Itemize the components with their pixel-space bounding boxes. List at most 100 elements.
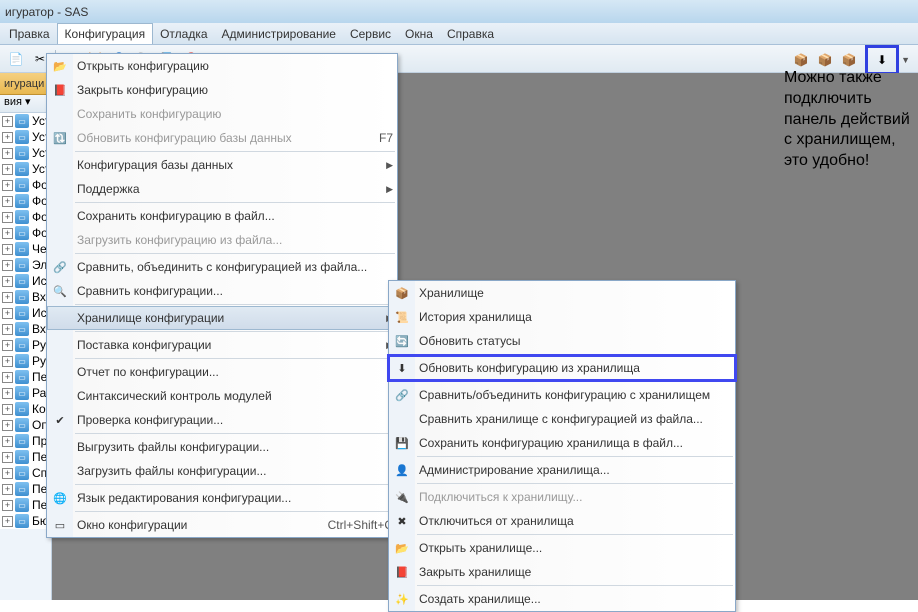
menu-item-icon: 📕	[393, 563, 411, 581]
menu-item[interactable]: Конфигурация базы данных▶	[47, 153, 397, 177]
menubar-item-0[interactable]: Правка	[2, 24, 57, 44]
expand-icon[interactable]: +	[2, 324, 13, 335]
expand-icon[interactable]: +	[2, 468, 13, 479]
expand-icon[interactable]: +	[2, 164, 13, 175]
storage-icon-2[interactable]: 📦	[815, 50, 835, 70]
expand-icon[interactable]: +	[2, 452, 13, 463]
menu-item[interactable]: 📦Хранилище	[389, 281, 735, 305]
annotation-text: Можно также подключить панель действий с…	[784, 68, 914, 172]
menu-separator	[417, 354, 733, 355]
menubar-item-4[interactable]: Сервис	[343, 24, 398, 44]
expand-icon[interactable]: +	[2, 308, 13, 319]
expand-icon[interactable]: +	[2, 292, 13, 303]
menu-item[interactable]: 📜 История хранилища	[389, 305, 735, 329]
expand-icon[interactable]: +	[2, 436, 13, 447]
sidebar: игураци вия ▾ +▭Уст+▭Уст+▭Уст+▭Уст+▭Фор+…	[0, 73, 52, 600]
menu-item-label: История хранилища	[419, 310, 532, 324]
menu-separator	[417, 483, 733, 484]
menu-item[interactable]: Выгрузить файлы конфигурации...	[47, 435, 397, 459]
expand-icon[interactable]: +	[2, 516, 13, 527]
expand-icon[interactable]: +	[2, 372, 13, 383]
menu-separator	[75, 151, 395, 152]
menu-separator	[75, 358, 395, 359]
menu-item[interactable]: ✔Проверка конфигурации...	[47, 408, 397, 432]
menu-item-label: Обновить конфигурацию базы данных	[77, 131, 292, 145]
menu-item-icon: ⬇	[393, 359, 411, 377]
menu-item[interactable]: Сравнить хранилище с конфигурацией из фа…	[389, 407, 735, 431]
menu-item-icon: 🔗	[51, 258, 69, 276]
menu-item[interactable]: ⬇Обновить конфигурацию из хранилища	[389, 356, 735, 380]
menu-item[interactable]: Поддержка▶	[47, 177, 397, 201]
menubar-item-2[interactable]: Отладка	[153, 24, 214, 44]
submenu-arrow-icon: ▶	[386, 160, 393, 171]
menu-item[interactable]: 👤 Администрирование хранилища...	[389, 458, 735, 482]
update-from-storage-icon[interactable]: ⬇	[872, 50, 892, 70]
expand-icon[interactable]: +	[2, 212, 13, 223]
menu-item[interactable]: 🔄Обновить статусы	[389, 329, 735, 353]
expand-icon[interactable]: +	[2, 276, 13, 287]
sidebar-filter[interactable]: вия ▾	[0, 95, 51, 113]
expand-icon[interactable]: +	[2, 356, 13, 367]
storage-icon-3[interactable]: 📦	[839, 50, 859, 70]
menu-item[interactable]: 📂Открыть хранилище...	[389, 536, 735, 560]
menu-separator	[75, 484, 395, 485]
document-icon: ▭	[15, 434, 29, 448]
expand-icon[interactable]: +	[2, 260, 13, 271]
menu-item[interactable]: ✖Отключиться от хранилища	[389, 509, 735, 533]
menu-item-icon: 👤	[393, 461, 411, 479]
menubar-item-3[interactable]: Администрирование	[215, 24, 343, 44]
expand-icon[interactable]: +	[2, 388, 13, 399]
menu-item[interactable]: 📕Закрыть конфигурацию	[47, 78, 397, 102]
expand-icon[interactable]: +	[2, 500, 13, 511]
menu-item[interactable]: 🔗Сравнить, объединить с конфигурацией из…	[47, 255, 397, 279]
menu-item[interactable]: 📂Открыть конфигурацию	[47, 54, 397, 78]
new-icon[interactable]: 📄	[6, 49, 26, 69]
menu-item[interactable]: 🌐Язык редактирования конфигурации...	[47, 486, 397, 510]
menu-item[interactable]: ✨Создать хранилище...	[389, 587, 735, 611]
menu-item[interactable]: Синтаксический контроль модулей	[47, 384, 397, 408]
menu-item-label: Сохранить конфигурацию хранилища в файл.…	[419, 436, 683, 450]
menu-item-label: Сравнить хранилище с конфигурацией из фа…	[419, 412, 703, 426]
menu-item[interactable]: 🔍Сравнить конфигурации...	[47, 279, 397, 303]
document-icon: ▭	[15, 450, 29, 464]
menubar-item-5[interactable]: Окна	[398, 24, 440, 44]
menubar-item-6[interactable]: Справка	[440, 24, 501, 44]
menu-item-label: Окно конфигурации	[77, 518, 187, 532]
menubar: ПравкаКонфигурацияОтладкаАдминистрирован…	[0, 23, 918, 45]
expand-icon[interactable]: +	[2, 180, 13, 191]
menu-item-label: Администрирование хранилища...	[419, 463, 610, 477]
menubar-item-1[interactable]: Конфигурация	[57, 23, 154, 44]
expand-icon[interactable]: +	[2, 148, 13, 159]
menu-separator	[75, 331, 395, 332]
expand-icon[interactable]: +	[2, 132, 13, 143]
expand-icon[interactable]: +	[2, 484, 13, 495]
menu-item-icon: 🔄	[393, 332, 411, 350]
expand-icon[interactable]: +	[2, 244, 13, 255]
sidebar-tab-config[interactable]: игураци	[0, 73, 51, 95]
menu-item[interactable]: ▭Окно конфигурацииCtrl+Shift+C	[47, 513, 397, 537]
menu-item[interactable]: Загрузить файлы конфигурации...	[47, 459, 397, 483]
expand-icon[interactable]: +	[2, 116, 13, 127]
menu-item[interactable]: Поставка конфигурации▶	[47, 333, 397, 357]
menu-item[interactable]: Хранилище конфигурации▶	[47, 306, 397, 330]
document-icon: ▭	[15, 370, 29, 384]
menu-item[interactable]: Отчет по конфигурации...	[47, 360, 397, 384]
menu-item[interactable]: Сохранить конфигурацию в файл...	[47, 204, 397, 228]
document-icon: ▭	[15, 338, 29, 352]
expand-icon[interactable]: +	[2, 228, 13, 239]
expand-icon[interactable]: +	[2, 340, 13, 351]
submenu-arrow-icon: ▶	[386, 184, 393, 195]
storage-icon-1[interactable]: 📦	[791, 50, 811, 70]
expand-icon[interactable]: +	[2, 196, 13, 207]
expand-icon[interactable]: +	[2, 404, 13, 415]
menu-item-label: Проверка конфигурации...	[77, 413, 223, 427]
menu-item[interactable]: 🔗Сравнить/объединить конфигурацию с хран…	[389, 383, 735, 407]
document-icon: ▭	[15, 322, 29, 336]
menu-item: 🔌Подключиться к хранилищу...	[389, 485, 735, 509]
menu-item-icon: 📜	[393, 308, 411, 326]
expand-icon[interactable]: +	[2, 420, 13, 431]
menu-item[interactable]: 📕Закрыть хранилище	[389, 560, 735, 584]
menu-item[interactable]: 💾Сохранить конфигурацию хранилища в файл…	[389, 431, 735, 455]
menu-item-label: Поставка конфигурации	[77, 338, 211, 352]
dropdown-arrow-icon[interactable]: ▼	[901, 55, 910, 65]
